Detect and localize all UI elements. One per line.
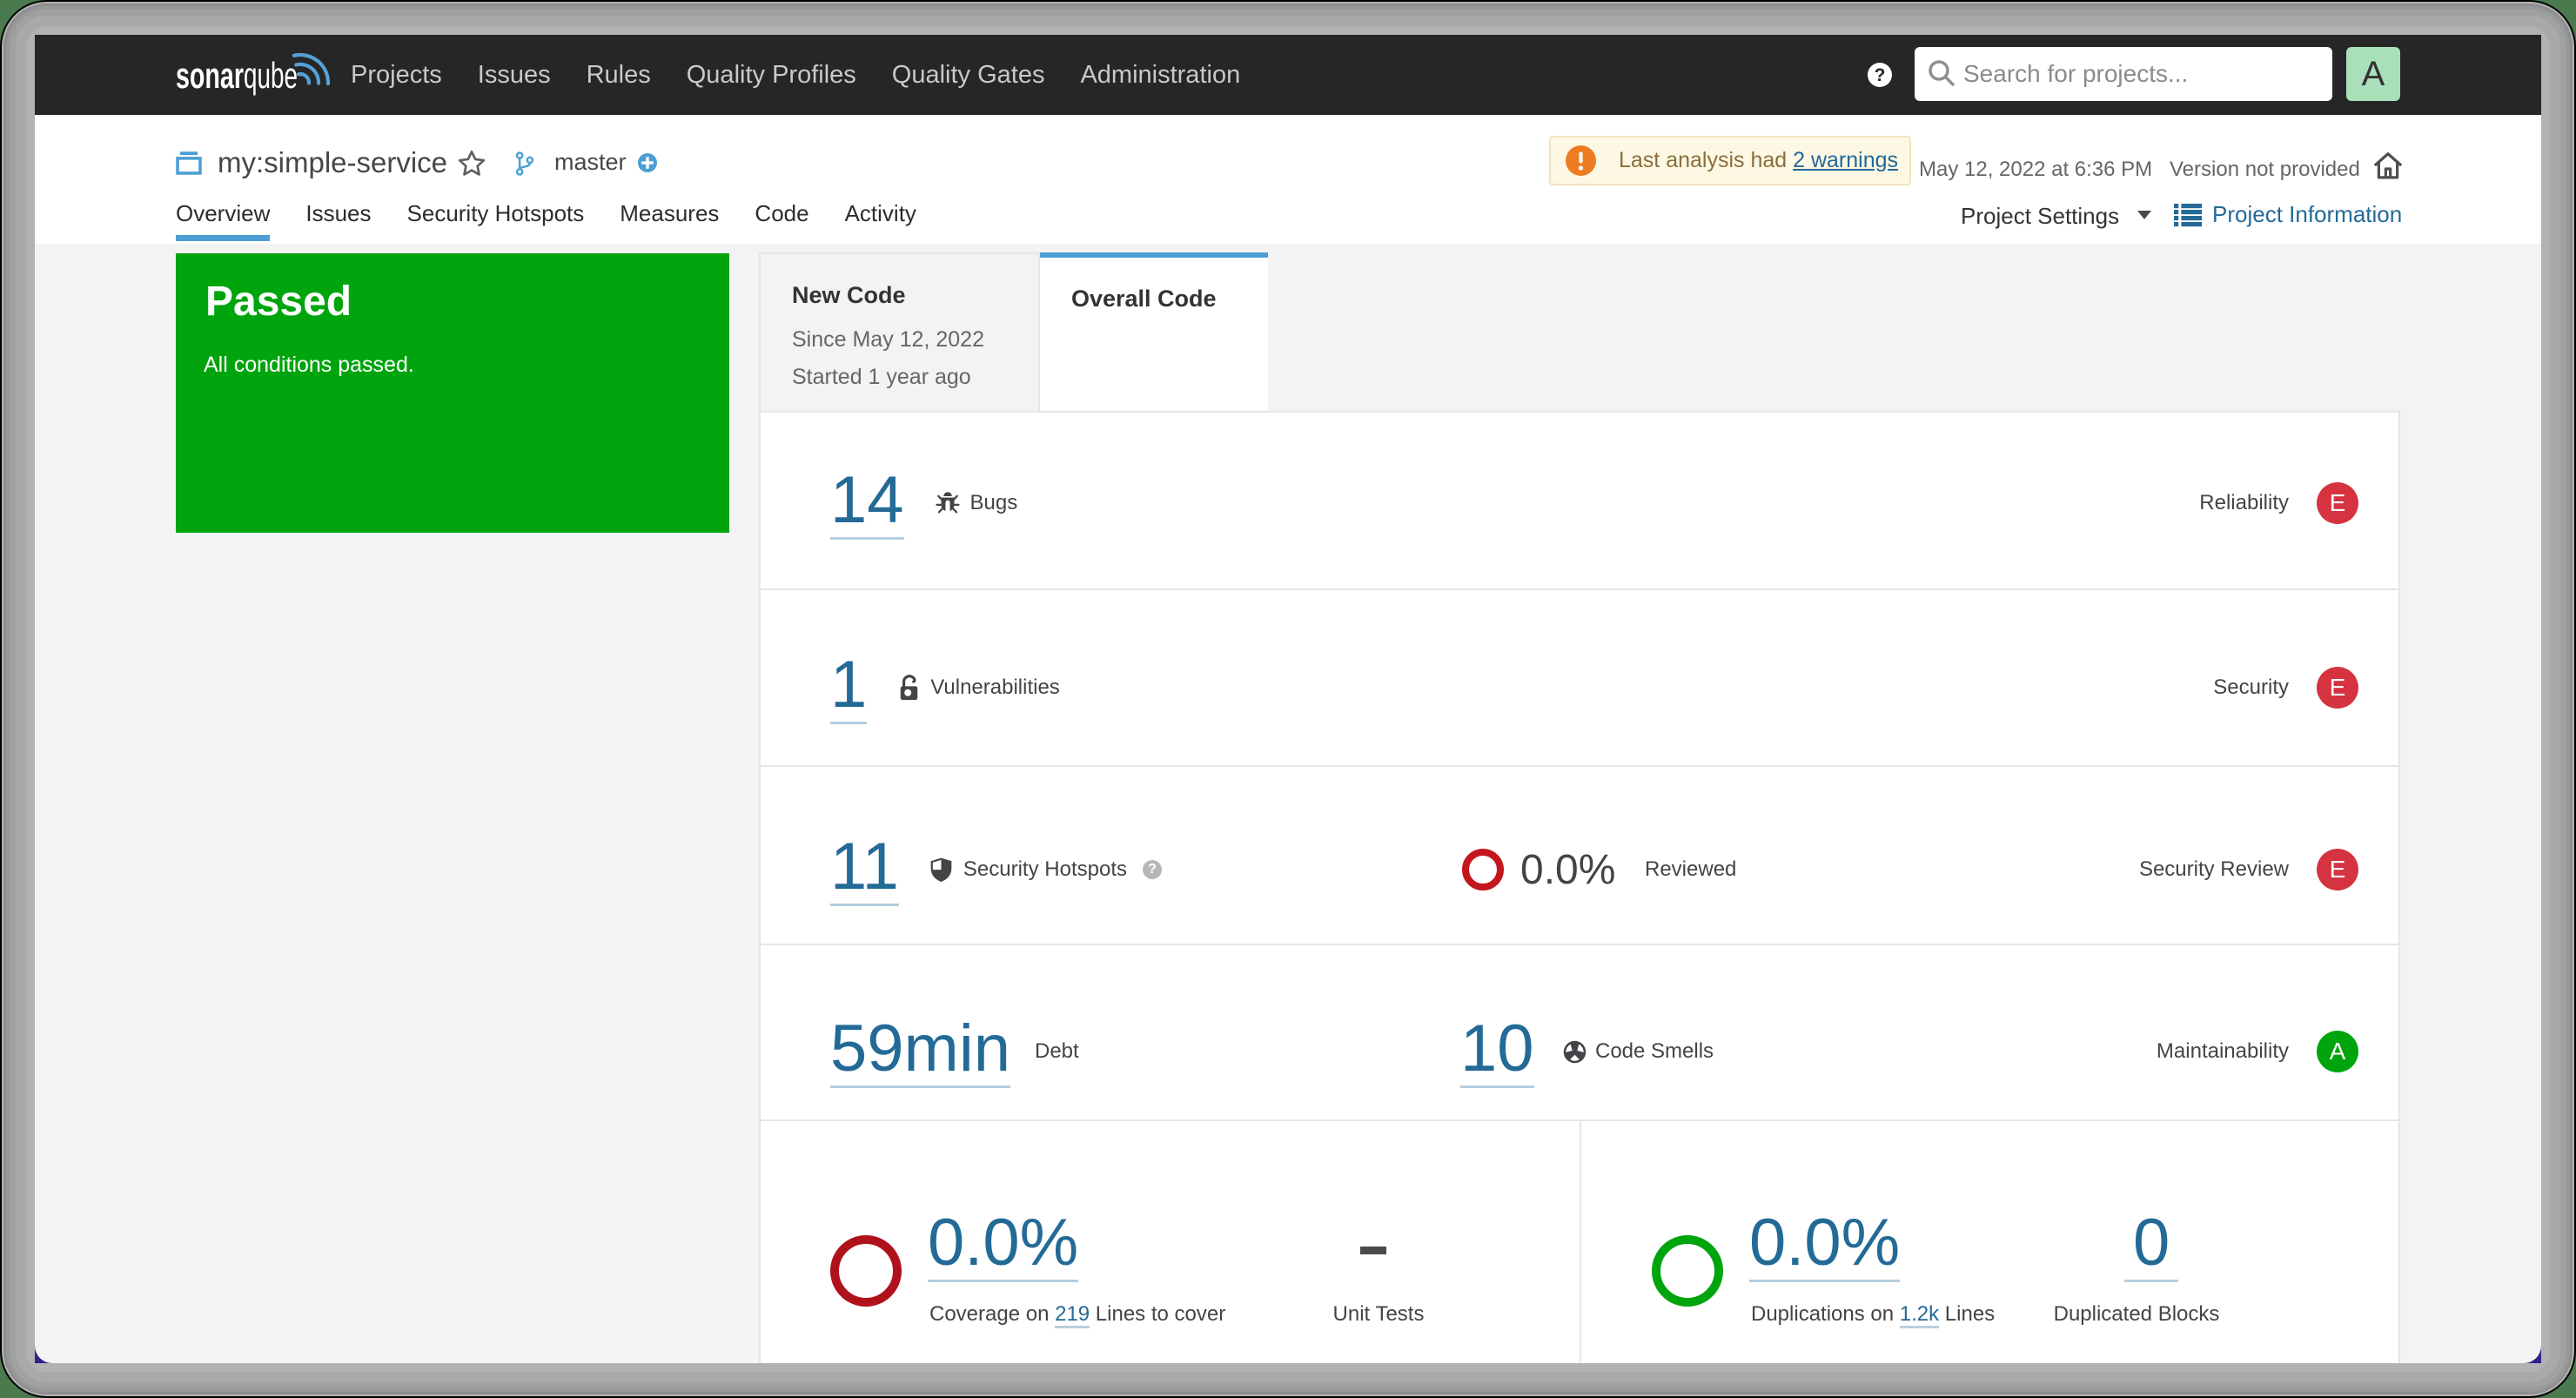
svg-text:sonar: sonar [176, 55, 244, 96]
svg-text:qube: qube [244, 55, 298, 96]
